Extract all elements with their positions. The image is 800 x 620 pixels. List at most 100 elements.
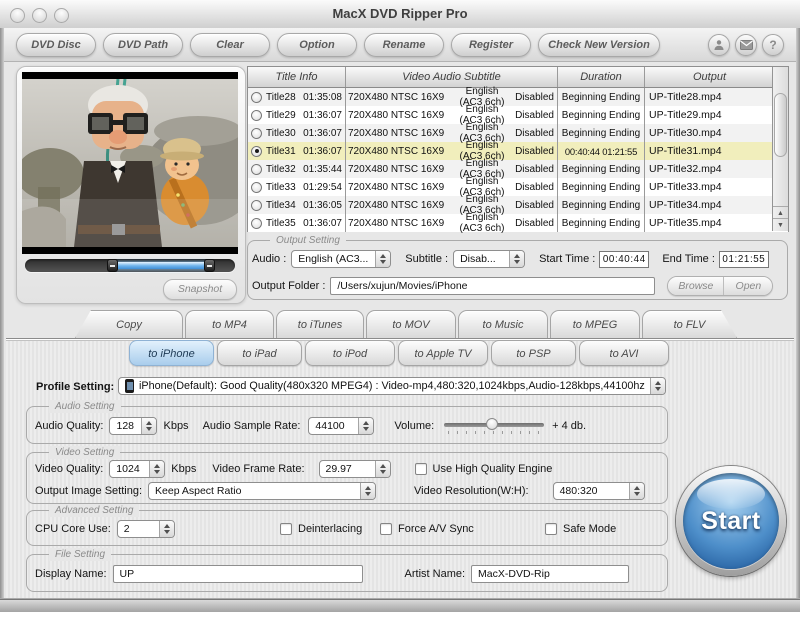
tab-to-iphone[interactable]: to iPhone [129, 340, 214, 366]
column-output[interactable]: Output [645, 67, 774, 87]
title-radio[interactable] [251, 92, 262, 103]
start-time-label: Start Time : [539, 253, 595, 265]
help-icon[interactable]: ? [762, 34, 784, 56]
tab-to-music[interactable]: to Music [458, 310, 548, 338]
table-row-title33[interactable]: Title3301:29:54720X480 NTSC 16X9English … [248, 178, 788, 196]
subtitle-select[interactable]: Disab... [453, 250, 525, 268]
table-header: Title Info Video Audio Subtitle Duration… [248, 67, 788, 88]
image-setting-label: Output Image Setting: [35, 485, 142, 497]
stepper-updown-icon[interactable] [149, 461, 164, 477]
force-a-v-sync-label: Force A/V Sync [398, 523, 474, 535]
cpu-core-select[interactable]: 2 [117, 520, 175, 538]
toolbar-button-rename[interactable]: Rename [364, 33, 444, 57]
audio-quality-stepper[interactable]: 128 [109, 417, 157, 435]
profile-select[interactable]: iPhone(Default): Good Quality(480x320 MP… [118, 377, 666, 395]
scroll-down-icon[interactable]: ▼ [773, 218, 788, 231]
frame-rate-select[interactable]: 29.97 [319, 460, 391, 478]
tab-to-mpeg[interactable]: to MPEG [550, 310, 640, 338]
tab-to-ipad[interactable]: to iPad [217, 340, 302, 366]
output-folder-field[interactable]: /Users/xujun/Movies/iPhone [330, 277, 655, 295]
start-time-field[interactable]: 00:40:44 [599, 251, 649, 268]
force-a-v-sync-checkbox[interactable] [380, 523, 392, 535]
title-length: 01:35:44 [303, 164, 345, 175]
tab-to-itunes[interactable]: to iTunes [276, 310, 364, 338]
table-row-title30[interactable]: Title3001:36:07720X480 NTSC 16X9English … [248, 124, 788, 142]
title-length: 01:29:54 [303, 182, 345, 193]
table-row-title35[interactable]: Title3501:36:07720X480 NTSC 16X9English … [248, 214, 788, 232]
subtitle-state: Disabled [508, 92, 557, 103]
tab-to-flv[interactable]: to FLV [642, 310, 737, 338]
toolbar-button-check-new-version[interactable]: Check New Version [538, 33, 660, 57]
browse-button[interactable]: Browse [668, 277, 723, 295]
audio-quality-unit: Kbps [163, 420, 188, 432]
trim-start-handle[interactable] [107, 259, 118, 272]
snapshot-button[interactable]: Snapshot [163, 279, 237, 300]
tab-to-psp[interactable]: to PSP [491, 340, 576, 366]
high-quality-label: Use High Quality Engine [433, 463, 553, 475]
resolution-select[interactable]: 480:320 [553, 482, 645, 500]
table-row-title29[interactable]: Title2901:36:07720X480 NTSC 16X9English … [248, 106, 788, 124]
user-icon[interactable] [708, 34, 730, 56]
video-format: 720X480 NTSC 16X9 [346, 110, 456, 121]
column-duration[interactable]: Duration [558, 67, 645, 87]
table-row-title31[interactable]: Title3101:36:07720X480 NTSC 16X9English … [248, 142, 788, 160]
deinterlacing-checkbox[interactable] [280, 523, 292, 535]
title-radio[interactable] [251, 128, 262, 139]
audio-setting-legend: Audio Setting [49, 400, 121, 413]
toolbar-button-register[interactable]: Register [451, 33, 531, 57]
column-title-info[interactable]: Title Info [248, 67, 346, 87]
table-row-title32[interactable]: Title3201:35:44720X480 NTSC 16X9English … [248, 160, 788, 178]
table-scrollbar[interactable]: ▲ ▼ [772, 67, 788, 231]
title-name: Title31 [266, 146, 296, 157]
trim-slider[interactable] [25, 259, 235, 272]
open-button[interactable]: Open [723, 277, 772, 295]
video-quality-stepper[interactable]: 1024 [109, 460, 165, 478]
title-radio[interactable] [251, 164, 262, 175]
duration-cell: Beginning Ending [558, 124, 645, 142]
deinterlacing-label: Deinterlacing [298, 523, 362, 535]
audio-select[interactable]: English (AC3... [291, 250, 391, 268]
title-radio[interactable] [251, 110, 262, 121]
column-video-audio-subtitle[interactable]: Video Audio Subtitle [346, 67, 558, 87]
title-name: Title29 [266, 110, 296, 121]
table-row-title28[interactable]: Title2801:35:08720X480 NTSC 16X9English … [248, 88, 788, 106]
tab-copy[interactable]: Copy [75, 310, 183, 338]
display-name-field[interactable]: UP [113, 565, 363, 583]
window-frame [796, 28, 800, 612]
title-radio[interactable] [251, 146, 262, 157]
output-filename: UP-Title33.mp4 [645, 178, 774, 196]
slider-thumb[interactable] [486, 418, 498, 430]
tab-to-mov[interactable]: to MOV [366, 310, 456, 338]
start-button[interactable]: Start [676, 466, 786, 576]
volume-slider[interactable] [444, 418, 544, 434]
toolbar-button-dvd-disc[interactable]: DVD Disc [16, 33, 96, 57]
scrollbar-thumb[interactable] [774, 93, 787, 157]
output-filename: UP-Title31.mp4 [645, 142, 774, 160]
end-time-field[interactable]: 01:21:55 [719, 251, 769, 268]
title-radio[interactable] [251, 182, 262, 193]
tab-to-ipod[interactable]: to iPod [305, 340, 395, 366]
title-radio[interactable] [251, 200, 262, 211]
duration-cell: Beginning Ending [558, 106, 645, 124]
image-setting-select[interactable]: Keep Aspect Ratio [148, 482, 376, 500]
output-filename: UP-Title35.mp4 [645, 214, 774, 232]
tab-to-avi[interactable]: to AVI [579, 340, 669, 366]
artist-name-label: Artist Name: [405, 568, 466, 580]
trim-end-handle[interactable] [204, 259, 215, 272]
toolbar-button-option[interactable]: Option [277, 33, 357, 57]
tab-to-apple-tv[interactable]: to Apple TV [398, 340, 488, 366]
sample-rate-select[interactable]: 44100 [308, 417, 374, 435]
mail-icon[interactable] [735, 34, 757, 56]
toolbar-button-dvd-path[interactable]: DVD Path [103, 33, 183, 57]
table-row-title34[interactable]: Title3401:36:05720X480 NTSC 16X9English … [248, 196, 788, 214]
audio-quality-label: Audio Quality: [35, 420, 103, 432]
title-radio[interactable] [251, 218, 262, 229]
artist-name-field[interactable]: MacX-DVD-Rip [471, 565, 629, 583]
toolbar-button-clear[interactable]: Clear [190, 33, 270, 57]
high-quality-checkbox[interactable] [415, 463, 427, 475]
stepper-updown-icon[interactable] [141, 418, 156, 434]
safe-mode-checkbox[interactable] [545, 523, 557, 535]
output-filename: UP-Title29.mp4 [645, 106, 774, 124]
subtitle-label: Subtitle : [405, 253, 448, 265]
tab-to-mp4[interactable]: to MP4 [185, 310, 274, 338]
